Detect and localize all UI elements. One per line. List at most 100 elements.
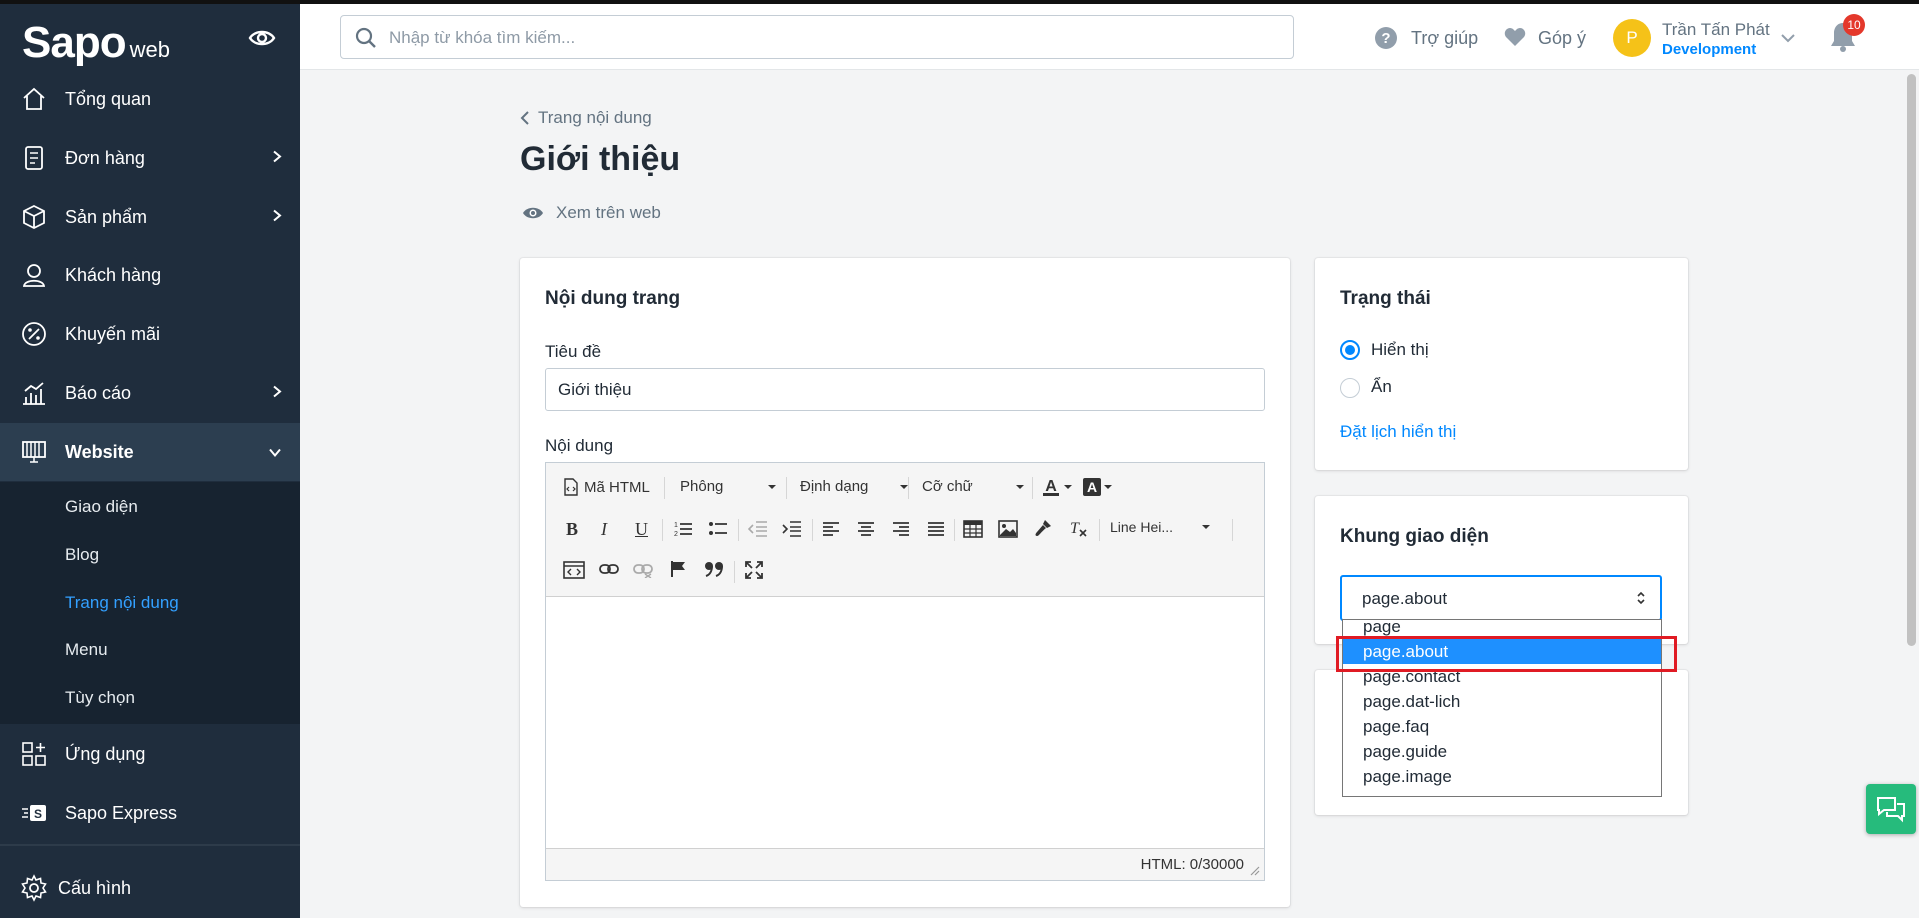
source-code-icon[interactable] <box>563 561 585 579</box>
submenu-item-menu[interactable]: Menu <box>65 640 108 660</box>
table-icon[interactable] <box>963 520 983 538</box>
svg-text:S: S <box>34 807 42 821</box>
editor-toolbar: Mã HTML Phông Định dạng Cỡ chữ A A B I U… <box>546 463 1264 597</box>
radio-label-visible[interactable]: Hiển thị <box>1371 340 1429 360</box>
unlink-icon[interactable] <box>633 562 653 578</box>
title-input[interactable]: Giới thiệu <box>545 368 1265 411</box>
content-label: Nội dung <box>545 436 614 455</box>
sidebar-item-settings[interactable]: Cấu hình <box>0 859 300 917</box>
sidebar-item-reports[interactable]: Báo cáo <box>0 364 300 422</box>
italic-icon[interactable]: I <box>601 519 607 540</box>
clear-format-icon[interactable]: T <box>1068 518 1088 538</box>
sidebar-item-promotions[interactable]: Khuyến mãi <box>0 305 300 363</box>
schedule-display-link[interactable]: Đặt lịch hiển thị <box>1340 422 1456 442</box>
user-name[interactable]: Trần Tấn Phát <box>1662 20 1770 40</box>
radio-visible[interactable] <box>1340 340 1360 360</box>
align-left-icon[interactable] <box>822 521 840 537</box>
format-dropdown[interactable]: Định dạng <box>800 478 908 495</box>
sidebar-item-label: Khách hàng <box>65 264 162 285</box>
text-color-icon: A <box>1043 478 1059 496</box>
chat-icon <box>1877 797 1905 823</box>
radio-hidden[interactable] <box>1340 378 1360 398</box>
sidebar-item-label: Website <box>65 441 134 462</box>
background-color-button[interactable]: A <box>1082 477 1112 497</box>
page-title: Giới thiệu <box>520 140 681 178</box>
align-center-icon[interactable] <box>857 521 875 537</box>
box-icon <box>20 203 48 231</box>
sidebar-item-overview[interactable]: Tổng quan <box>0 70 300 128</box>
sidebar-item-orders[interactable]: Đơn hàng <box>0 129 300 187</box>
option-page-faq[interactable]: page.faq <box>1343 714 1661 739</box>
feedback-link[interactable]: Góp ý <box>1538 28 1586 49</box>
flag-icon[interactable] <box>670 560 688 578</box>
option-page-image[interactable]: page.image <box>1343 764 1661 789</box>
html-code-button[interactable]: Mã HTML <box>564 478 650 496</box>
heart-icon[interactable] <box>1504 27 1526 52</box>
fullscreen-icon[interactable] <box>745 561 763 579</box>
image-icon[interactable] <box>998 520 1018 538</box>
html-char-count: HTML: 0/30000 <box>1140 856 1244 873</box>
svg-text:T: T <box>1070 520 1080 537</box>
search-input[interactable]: Nhập từ khóa tìm kiếm... <box>340 15 1294 59</box>
toolbar-separator <box>662 519 663 541</box>
template-select[interactable]: page.about <box>1340 575 1662 621</box>
format-painter-icon[interactable] <box>1033 518 1053 538</box>
select-arrows-icon <box>1637 591 1645 605</box>
submenu-item-theme[interactable]: Giao diện <box>65 497 138 517</box>
sidebar-item-sapo-express[interactable]: S Sapo Express <box>0 784 300 842</box>
html-code-label: Mã HTML <box>584 478 650 496</box>
caret-down-icon <box>1016 484 1024 489</box>
chevron-left-icon <box>520 111 529 125</box>
sidebar-item-products[interactable]: Sản phẩm <box>0 188 300 246</box>
radio-label-hidden[interactable]: Ẩn <box>1371 377 1392 397</box>
caret-down-icon <box>1104 485 1112 489</box>
blockquote-icon[interactable] <box>704 561 724 577</box>
card-title: Khung giao diện <box>1340 526 1489 547</box>
rich-text-editor: Mã HTML Phông Định dạng Cỡ chữ A A B I U… <box>545 462 1265 881</box>
outdent-icon[interactable] <box>748 520 768 538</box>
font-size-dropdown[interactable]: Cỡ chữ <box>922 478 1024 495</box>
option-page-dat-lich[interactable]: page.dat-lich <box>1343 689 1661 714</box>
sidebar-item-website[interactable]: Website <box>0 423 300 481</box>
submenu-item-pages[interactable]: Trang nội dung <box>65 593 179 613</box>
chat-button[interactable] <box>1866 784 1916 834</box>
bold-icon[interactable]: B <box>566 519 578 540</box>
sidebar-item-apps[interactable]: Ứng dụng <box>0 725 300 783</box>
option-page-guide[interactable]: page.guide <box>1343 739 1661 764</box>
order-icon <box>20 144 48 172</box>
sidebar-item-customers[interactable]: Khách hàng <box>0 246 300 304</box>
view-on-web-link[interactable]: Xem trên web <box>522 203 661 223</box>
chevron-right-icon <box>272 148 282 169</box>
font-dropdown[interactable]: Phông <box>680 478 776 495</box>
search-placeholder: Nhập từ khóa tìm kiếm... <box>389 28 576 47</box>
eye-icon[interactable] <box>248 28 276 53</box>
underline-icon[interactable]: U <box>635 519 648 540</box>
editor-body[interactable] <box>546 597 1264 849</box>
chevron-right-icon <box>272 207 282 228</box>
help-icon[interactable]: ? <box>1374 26 1398 55</box>
indent-icon[interactable] <box>782 520 802 538</box>
link-icon[interactable] <box>599 562 619 576</box>
submenu-item-blog[interactable]: Blog <box>65 545 99 565</box>
ordered-list-icon[interactable]: 12 <box>673 520 693 538</box>
chevron-down-icon[interactable] <box>1780 30 1796 48</box>
text-color-button[interactable]: A <box>1042 477 1072 497</box>
sapo-logo[interactable]: Sapo web <box>22 18 170 67</box>
breadcrumb[interactable]: Trang nội dung <box>520 108 652 128</box>
unordered-list-icon[interactable] <box>708 520 728 538</box>
align-justify-icon[interactable] <box>927 521 945 537</box>
svg-text:?: ? <box>1381 30 1390 47</box>
avatar[interactable]: P <box>1613 19 1651 57</box>
status-card: Trạng thái Hiển thị Ẩn Đặt lịch hiển thị <box>1315 258 1688 470</box>
search-icon <box>355 27 376 48</box>
line-height-dropdown[interactable]: Line Hei... <box>1110 519 1210 535</box>
toolbar-separator <box>1032 477 1033 499</box>
help-link[interactable]: Trợ giúp <box>1411 28 1478 49</box>
caret-down-icon <box>1202 525 1210 529</box>
resize-handle-icon[interactable] <box>1250 866 1260 876</box>
toolbar-separator <box>908 477 909 499</box>
toolbar-separator <box>1099 519 1100 541</box>
align-right-icon[interactable] <box>892 521 910 537</box>
scrollbar-thumb[interactable] <box>1907 74 1916 646</box>
submenu-item-options[interactable]: Tùy chọn <box>65 688 135 708</box>
